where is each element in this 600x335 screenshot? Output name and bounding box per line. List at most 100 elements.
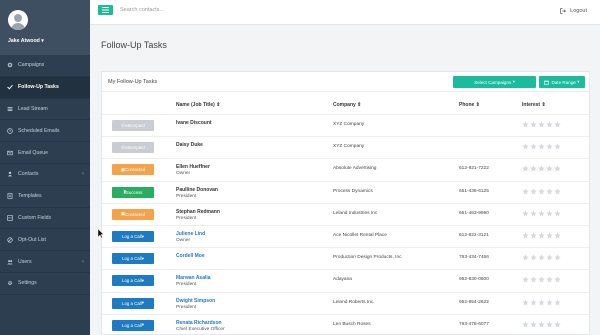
contact-name[interactable]: Dwight Simpson	[176, 298, 215, 304]
star-icon[interactable]	[546, 210, 553, 217]
star-icon[interactable]	[530, 143, 537, 150]
star-icon[interactable]	[554, 187, 561, 195]
search-input[interactable]	[120, 7, 320, 13]
star-icon[interactable]	[554, 121, 561, 128]
star-icon[interactable]	[554, 165, 561, 172]
star-icon[interactable]	[522, 321, 529, 328]
date-range-button[interactable]: Date Range ▾	[539, 76, 585, 88]
star-icon[interactable]	[522, 276, 529, 283]
star-icon[interactable]	[538, 143, 545, 150]
star-icon[interactable]	[546, 254, 553, 261]
sidebar-item-contacts[interactable]: Contacts ‹	[0, 164, 90, 186]
star-icon[interactable]	[538, 210, 545, 217]
star-icon[interactable]	[546, 143, 553, 150]
sidebar-item-templates[interactable]: Templates	[0, 186, 90, 208]
star-icon[interactable]	[538, 232, 545, 239]
star-icon[interactable]	[538, 187, 545, 195]
star-icon[interactable]	[554, 232, 561, 239]
star-icon[interactable]	[554, 321, 561, 328]
sidebar-item-email-queue[interactable]: Email Queue	[0, 142, 90, 164]
star-icon[interactable]	[522, 165, 529, 172]
logcall-button[interactable]: Log a Call ▾	[112, 275, 154, 287]
star-icon[interactable]	[522, 121, 529, 128]
star-icon[interactable]	[546, 232, 553, 239]
star-icon[interactable]	[530, 254, 537, 261]
star-icon[interactable]	[522, 232, 529, 239]
user-menu[interactable]: Jake Atwood ▾	[8, 38, 44, 44]
logcall-button[interactable]: Log a Call ▾	[112, 253, 154, 265]
star-icon[interactable]	[530, 165, 537, 172]
sidebar-item-lead-stream[interactable]: Lead Stream	[0, 99, 90, 121]
star-icon[interactable]	[554, 254, 561, 261]
star-icon[interactable]	[522, 187, 529, 195]
star-icon[interactable]	[530, 210, 537, 217]
star-icon[interactable]	[522, 210, 529, 217]
interest-rating[interactable]	[522, 165, 562, 172]
attempted-button[interactable]: ✆ Attempted	[112, 142, 154, 154]
star-icon[interactable]	[530, 121, 537, 128]
interest-rating[interactable]	[522, 254, 562, 261]
star-icon[interactable]	[546, 187, 553, 195]
logcall-button[interactable]: Log a Call ▾	[112, 297, 154, 309]
sidebar-item-settings[interactable]: Settings	[0, 273, 90, 295]
star-icon[interactable]	[530, 276, 537, 283]
contact-name[interactable]: Marwan Asalia	[176, 275, 211, 281]
star-icon[interactable]	[554, 143, 561, 150]
column-header-name[interactable]: Name (Job Title) ⇕	[176, 102, 220, 108]
star-icon[interactable]	[538, 276, 545, 283]
interest-rating[interactable]	[522, 210, 562, 217]
interest-rating[interactable]	[522, 321, 562, 328]
star-icon[interactable]	[522, 298, 529, 306]
star-icon[interactable]	[530, 232, 537, 239]
contact-name[interactable]: Cordell Moe	[176, 253, 205, 259]
logcall-button[interactable]: Log a Call ▾	[112, 319, 154, 331]
contact-name[interactable]: Renata Richardson	[176, 320, 222, 326]
company-name: Ace Nicollet Rental Place	[333, 233, 387, 238]
logcall-button[interactable]: Log a Call ▾	[112, 231, 154, 242]
star-icon[interactable]	[522, 143, 529, 150]
contact-name[interactable]: Juliene Lind	[176, 231, 205, 237]
interest-rating[interactable]	[522, 143, 562, 150]
star-icon[interactable]	[546, 165, 553, 172]
column-header-interest[interactable]: Interest ⇕	[522, 102, 546, 108]
sidebar-item-opt-out-list[interactable]: Opt-Out List	[0, 229, 90, 252]
optout-icon	[7, 237, 13, 243]
sidebar-item-label: Email Queue	[18, 149, 48, 156]
star-icon[interactable]	[530, 187, 537, 195]
contacted-button[interactable]: ▣ Contacted	[112, 208, 154, 220]
select-campaigns-button[interactable]: Select Campaigns ▾	[453, 76, 536, 88]
sidebar-item-campaigns[interactable]: Campaigns	[0, 55, 90, 77]
success-button[interactable]: ▮ Success	[112, 186, 154, 198]
star-icon[interactable]	[538, 298, 545, 306]
sidebar-item-custom-fields[interactable]: Custom Fields	[0, 208, 90, 230]
star-icon[interactable]	[538, 121, 545, 128]
star-icon[interactable]	[530, 298, 537, 306]
star-icon[interactable]	[538, 321, 545, 328]
avatar[interactable]	[8, 10, 28, 30]
contacted-button[interactable]: ▣ Contacted	[112, 164, 154, 176]
sidebar-item-users[interactable]: Users ‹	[0, 251, 90, 273]
star-icon[interactable]	[538, 165, 545, 172]
star-icon[interactable]	[546, 321, 553, 328]
column-header-company[interactable]: Company ⇕	[333, 102, 361, 108]
logout-button[interactable]: Logout	[560, 8, 587, 14]
star-icon[interactable]	[546, 276, 553, 283]
star-icon[interactable]	[546, 121, 553, 128]
star-icon[interactable]	[546, 298, 553, 306]
interest-rating[interactable]	[522, 187, 562, 195]
star-icon[interactable]	[554, 210, 561, 217]
attempted-button[interactable]: ✆ Attempted	[112, 120, 154, 131]
star-icon[interactable]	[554, 276, 561, 283]
interest-rating[interactable]	[522, 232, 562, 239]
star-icon[interactable]	[554, 298, 561, 306]
star-icon[interactable]	[538, 254, 545, 261]
menu-toggle-button[interactable]	[98, 5, 113, 15]
column-header-phone[interactable]: Phone ⇕	[459, 102, 480, 108]
interest-rating[interactable]	[522, 121, 562, 128]
sidebar-item-scheduled-emails[interactable]: Scheduled Emails	[0, 120, 90, 143]
star-icon[interactable]	[530, 321, 537, 328]
sidebar-item-follow-up-tasks[interactable]: Follow-Up Tasks	[0, 76, 90, 99]
interest-rating[interactable]	[522, 298, 562, 306]
interest-rating[interactable]	[522, 276, 562, 283]
star-icon[interactable]	[522, 254, 529, 261]
